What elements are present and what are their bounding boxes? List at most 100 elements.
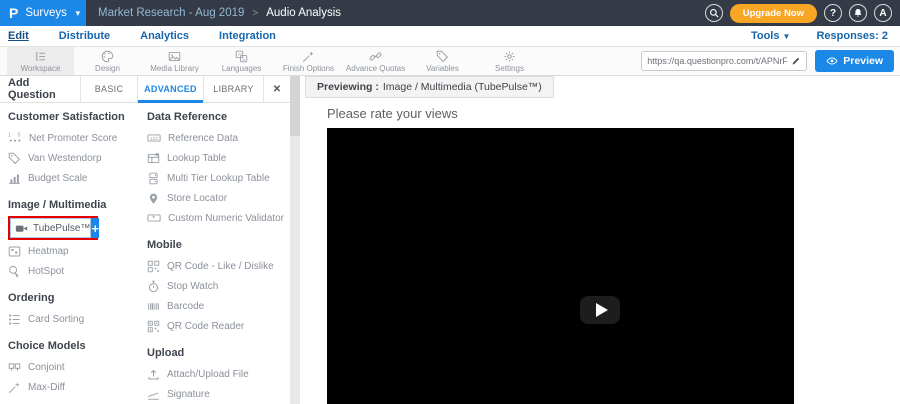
cursor-pointer-icon [8, 265, 21, 278]
close-panel-button[interactable]: ✕ [263, 76, 290, 102]
play-button[interactable] [580, 296, 620, 324]
section-choice-models: Choice Models Conjoint Max-Diff [8, 340, 136, 397]
content-area: Add Question BASIC ADVANCED LIBRARY ✕ Cu… [0, 76, 900, 404]
svg-text:*: * [152, 215, 155, 224]
question-type-label: Multi Tier Lookup Table [167, 173, 270, 184]
question-type-stop-watch[interactable]: Stop Watch [147, 276, 290, 296]
question-type-reference-data[interactable]: 123 Reference Data [147, 128, 290, 148]
chevron-down-icon: ▼ [74, 9, 82, 18]
video-player[interactable] [327, 128, 794, 404]
question-type-multi-tier-lookup-table[interactable]: Multi Tier Lookup Table [147, 168, 290, 188]
question-types-col2: Data Reference 123 Reference Data Lookup… [136, 103, 290, 404]
survey-url-input[interactable] [647, 56, 787, 66]
palette-icon [101, 50, 114, 63]
tubepulse-item[interactable]: TubePulse™ [10, 218, 91, 238]
question-type-qr-code-like-dislike[interactable]: QR Code - Like / Dislike [147, 256, 290, 276]
tools-dropdown[interactable]: Tools ▼ [751, 30, 791, 42]
tab-settings[interactable]: Settings [476, 47, 543, 75]
question-type-max-diff[interactable]: Max-Diff [8, 377, 136, 397]
section-title: Data Reference [147, 111, 290, 123]
video-camera-icon [15, 222, 28, 235]
tab-library[interactable]: LIBRARY [203, 76, 263, 102]
section-title: Mobile [147, 239, 290, 251]
tab-languages[interactable]: Aa Languages [208, 47, 275, 75]
previewing-label: Previewing : [317, 81, 379, 93]
add-tubepulse-button[interactable]: + [91, 218, 99, 238]
question-types-list: Customer Satisfaction 15 Net Promoter Sc… [0, 103, 290, 404]
svg-text:a: a [242, 57, 245, 62]
reference-data-icon: 123 [147, 131, 161, 145]
question-type-budget-scale[interactable]: Budget Scale [8, 168, 136, 188]
question-type-net-promoter-score[interactable]: 15 Net Promoter Score [8, 128, 136, 148]
preview-button[interactable]: Preview [815, 50, 894, 72]
bar-chart-icon [8, 172, 21, 185]
question-type-heatmap[interactable]: Heatmap [8, 241, 136, 261]
question-type-label: Heatmap [28, 246, 69, 257]
question-type-conjoint[interactable]: Conjoint [8, 357, 136, 377]
question-type-barcode[interactable]: Barcode [147, 296, 290, 316]
breadcrumb-survey-name[interactable]: Market Research - Aug 2019 [98, 7, 244, 19]
section-ordering: Ordering Card Sorting [8, 292, 136, 329]
tab-media-library[interactable]: Media Library [141, 47, 208, 75]
panel-scrollbar[interactable] [290, 76, 300, 404]
question-type-card-sorting[interactable]: Card Sorting [8, 309, 136, 329]
question-type-hotspot[interactable]: HotSpot [8, 261, 136, 281]
section-title: Image / Multimedia [8, 199, 136, 211]
question-type-label: Store Locator [167, 193, 227, 204]
menu-edit[interactable]: Edit [8, 30, 29, 42]
chevron-down-icon: ▼ [783, 32, 791, 41]
section-title: Choice Models [8, 340, 136, 352]
account-avatar[interactable]: A [874, 4, 892, 22]
add-question-header: Add Question BASIC ADVANCED LIBRARY ✕ [0, 76, 290, 103]
surveys-product-menu[interactable]: P Surveys ▼ [0, 0, 86, 26]
question-text: Please rate your views [327, 106, 458, 121]
svg-text:123: 123 [150, 136, 158, 142]
responses-link[interactable]: Responses: 2 [816, 30, 888, 42]
tab-workspace[interactable]: Workspace [7, 47, 74, 75]
tab-finish-options[interactable]: Finish Options [275, 47, 342, 75]
search-button[interactable] [705, 4, 723, 22]
survey-menu-bar: Edit Distribute Analytics Integration To… [0, 26, 900, 47]
question-type-signature[interactable]: Signature [147, 384, 290, 404]
question-type-van-westendorp[interactable]: Van Westendorp [8, 148, 136, 168]
menu-analytics[interactable]: Analytics [140, 30, 189, 42]
help-button[interactable]: ? [824, 4, 842, 22]
play-icon [596, 303, 608, 317]
breadcrumb: Market Research - Aug 2019 > Audio Analy… [98, 7, 341, 19]
tab-variables[interactable]: Variables [409, 47, 476, 75]
question-type-lookup-table[interactable]: Lookup Table [147, 148, 290, 168]
map-pin-icon [147, 192, 160, 205]
scrollbar-thumb[interactable] [290, 76, 300, 136]
section-image-multimedia: Image / Multimedia TubePulse™ + Heatmap [8, 199, 136, 281]
signature-icon [147, 388, 160, 401]
survey-url-box [641, 51, 807, 71]
notifications-button[interactable] [849, 4, 867, 22]
pencil-icon [791, 56, 801, 66]
question-type-label: Van Westendorp [28, 153, 102, 164]
add-question-panel: Add Question BASIC ADVANCED LIBRARY ✕ Cu… [0, 76, 290, 404]
tab-basic[interactable]: BASIC [80, 76, 137, 102]
breadcrumb-page-name: Audio Analysis [266, 7, 341, 19]
question-type-label: Attach/Upload File [167, 369, 249, 380]
edit-url-button[interactable] [791, 56, 801, 66]
section-data-reference: Data Reference 123 Reference Data Lookup… [147, 111, 290, 228]
question-type-custom-numeric-validator[interactable]: * Custom Numeric Validator [147, 208, 290, 228]
question-type-label: Custom Numeric Validator [168, 213, 284, 224]
barcode-icon [147, 300, 160, 313]
upgrade-now-button[interactable]: Upgrade Now [730, 4, 817, 23]
menu-integration[interactable]: Integration [219, 30, 276, 42]
tab-advance-quotas[interactable]: Advance Quotas [342, 47, 409, 75]
tab-advanced[interactable]: ADVANCED [137, 76, 203, 102]
svg-text:1: 1 [8, 133, 11, 139]
question-type-qr-code-reader[interactable]: QR Code Reader [147, 316, 290, 336]
question-type-attach-upload-file[interactable]: Attach/Upload File [147, 364, 290, 384]
stopwatch-icon [147, 280, 160, 293]
question-type-store-locator[interactable]: Store Locator [147, 188, 290, 208]
conjoint-boxes-icon [8, 361, 21, 374]
question-type-label: Reference Data [168, 133, 238, 144]
question-type-tubepulse-highlighted[interactable]: TubePulse™ + [8, 216, 98, 240]
question-type-label: QR Code Reader [167, 321, 244, 332]
question-types-col1: Customer Satisfaction 15 Net Promoter Sc… [0, 103, 136, 404]
menu-distribute[interactable]: Distribute [59, 30, 110, 42]
tab-design[interactable]: Design [74, 47, 141, 75]
